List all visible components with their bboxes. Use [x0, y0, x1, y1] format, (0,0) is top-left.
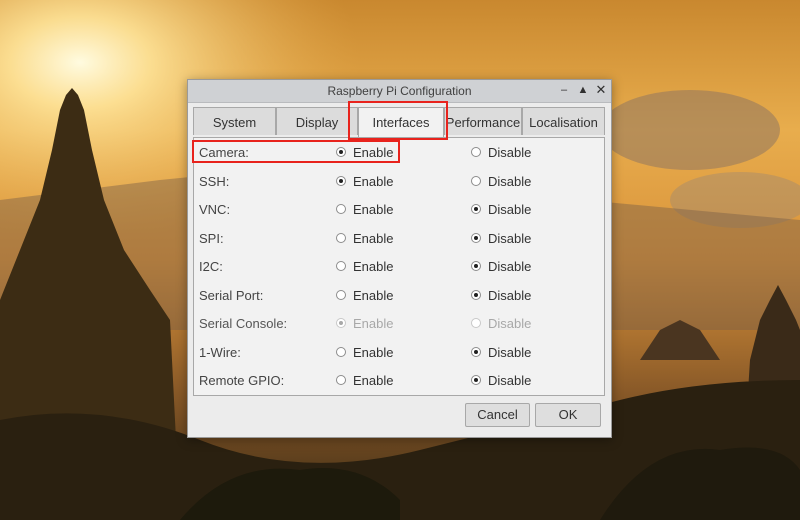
- radio-unselected-icon[interactable]: [336, 261, 346, 271]
- interfaces-panel: Camera: Enable Disable SSH: Enable Disab…: [193, 137, 605, 396]
- title-bar[interactable]: Raspberry Pi Configuration – ▲ ✕: [188, 80, 611, 103]
- radio-selected-icon[interactable]: [471, 375, 481, 385]
- radio-unselected-icon[interactable]: [336, 347, 346, 357]
- interface-row-ssh: SSH: Enable Disable: [194, 171, 604, 193]
- interface-row-1-wire: 1-Wire: Enable Disable: [194, 342, 604, 364]
- radio-selected-icon[interactable]: [336, 147, 346, 157]
- enable-label: Enable: [353, 288, 394, 303]
- interface-row-spi: SPI: Enable Disable: [194, 228, 604, 250]
- interface-row-serial-port: Serial Port: Enable Disable: [194, 285, 604, 307]
- interface-row-i2c: I2C: Enable Disable: [194, 256, 604, 278]
- radio-unselected-icon[interactable]: [336, 233, 346, 243]
- disable-label: Disable: [488, 259, 532, 274]
- tab-display[interactable]: Display: [276, 107, 358, 135]
- cancel-button[interactable]: Cancel: [465, 403, 530, 427]
- radio-unselected-icon[interactable]: [471, 147, 481, 157]
- interface-row-camera: Camera: Enable Disable: [194, 142, 604, 164]
- radio-unselected-icon[interactable]: [336, 290, 346, 300]
- radio-selected-icon[interactable]: [471, 261, 481, 271]
- disable-label: Disable: [488, 288, 532, 303]
- enable-label: Enable: [353, 259, 394, 274]
- radio-selected-icon[interactable]: [471, 204, 481, 214]
- tab-performance[interactable]: Performance: [444, 107, 522, 135]
- interface-row-vnc: VNC: Enable Disable: [194, 199, 604, 221]
- enable-label: Enable: [353, 202, 394, 217]
- maximize-icon[interactable]: ▲: [576, 83, 590, 97]
- interface-label: Serial Port:: [199, 288, 264, 303]
- interface-row-remote-gpio: Remote GPIO: Enable Disable: [194, 370, 604, 392]
- tab-localisation[interactable]: Localisation: [522, 107, 605, 135]
- interface-label: 1-Wire:: [199, 345, 241, 360]
- radio-selected-icon[interactable]: [471, 233, 481, 243]
- radio-selected-icon[interactable]: [471, 290, 481, 300]
- enable-label: Enable: [353, 231, 394, 246]
- radio-selected-icon[interactable]: [471, 347, 481, 357]
- interface-label: SPI:: [199, 231, 224, 246]
- radio-selected-icon: [336, 318, 346, 328]
- radio-unselected-icon[interactable]: [471, 176, 481, 186]
- tab-bar: System Display Interfaces Performance Lo…: [193, 107, 605, 137]
- interface-label: VNC:: [199, 202, 231, 217]
- disable-label: Disable: [488, 373, 532, 388]
- disable-label: Disable: [488, 231, 532, 246]
- interface-label: Remote GPIO:: [199, 373, 285, 388]
- minimize-icon[interactable]: –: [557, 83, 571, 97]
- raspberry-pi-configuration-dialog: Raspberry Pi Configuration – ▲ ✕ System …: [187, 79, 612, 438]
- disable-label: Disable: [488, 202, 532, 217]
- enable-label: Enable: [353, 145, 394, 160]
- disable-label: Disable: [488, 345, 532, 360]
- disable-label: Disable: [488, 145, 532, 160]
- radio-unselected-icon: [471, 318, 481, 328]
- enable-label: Enable: [353, 316, 394, 331]
- tab-system[interactable]: System: [193, 107, 276, 135]
- enable-label: Enable: [353, 345, 394, 360]
- close-icon[interactable]: ✕: [594, 83, 608, 97]
- enable-label: Enable: [353, 174, 394, 189]
- interface-row-serial-console: Serial Console: Enable Disable: [194, 313, 604, 335]
- disable-label: Disable: [488, 316, 532, 331]
- enable-label: Enable: [353, 373, 394, 388]
- interface-label: Serial Console:: [199, 316, 288, 331]
- radio-unselected-icon[interactable]: [336, 204, 346, 214]
- interface-label: Camera:: [199, 145, 249, 160]
- disable-label: Disable: [488, 174, 532, 189]
- interface-label: I2C:: [199, 259, 223, 274]
- tab-interfaces[interactable]: Interfaces: [358, 107, 444, 137]
- ok-button[interactable]: OK: [535, 403, 601, 427]
- interface-label: SSH:: [199, 174, 230, 189]
- window-title: Raspberry Pi Configuration: [327, 84, 472, 98]
- radio-unselected-icon[interactable]: [336, 375, 346, 385]
- radio-selected-icon[interactable]: [336, 176, 346, 186]
